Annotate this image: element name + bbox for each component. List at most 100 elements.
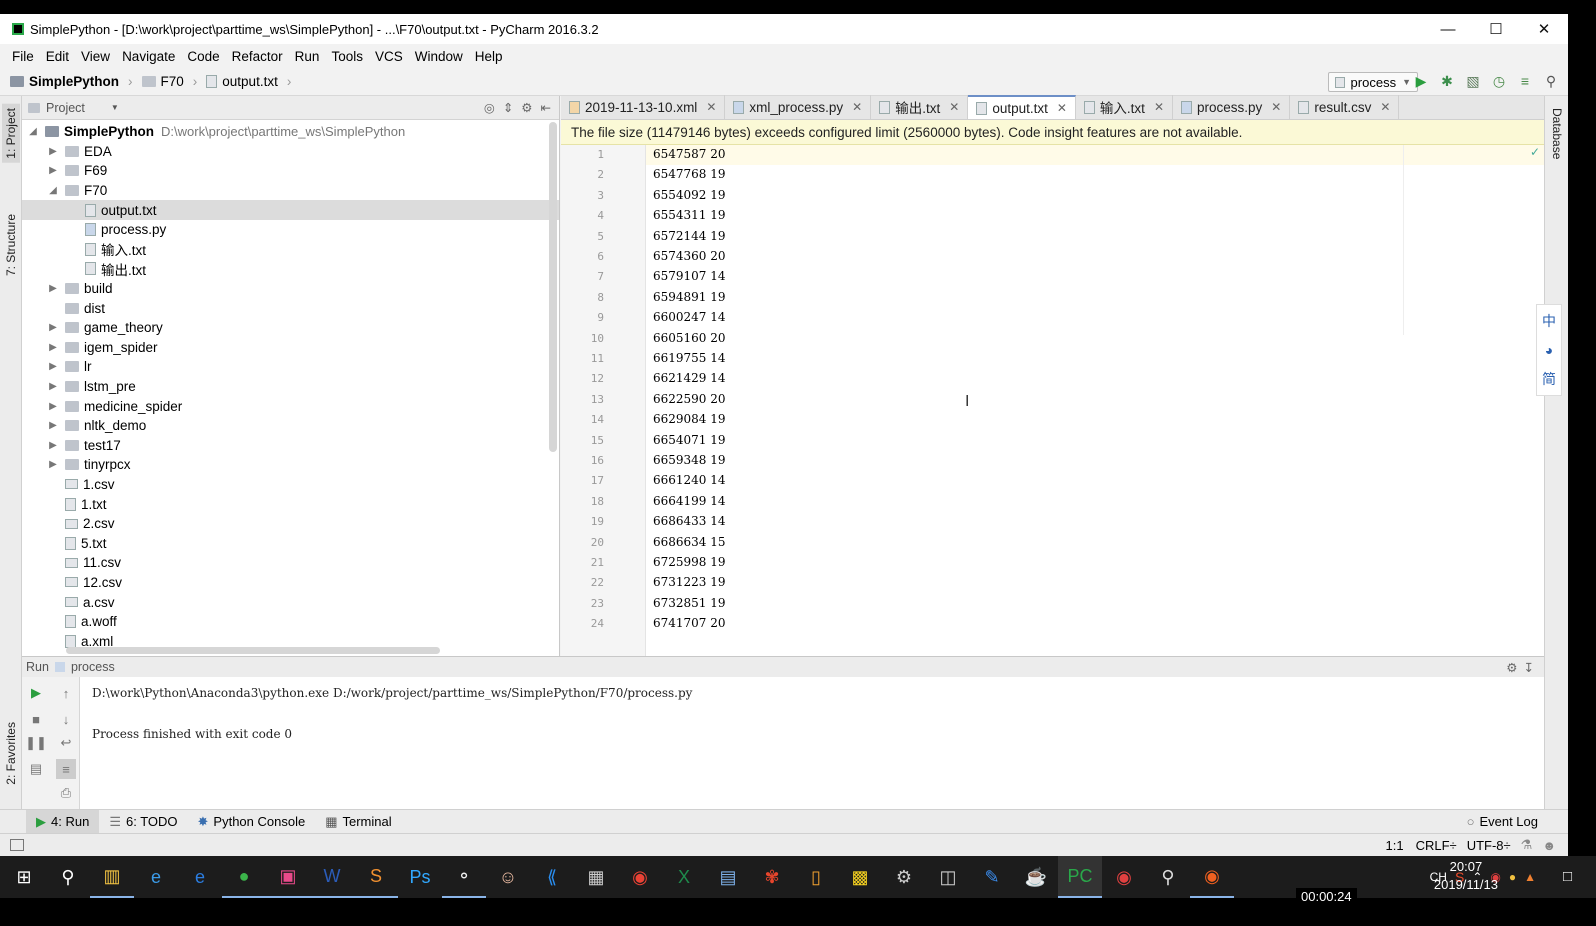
expand-arrow-icon[interactable]: ▶ [46,165,60,176]
internet-explorer-icon[interactable]: e [134,856,178,898]
ime-simplified-icon[interactable]: 简 [1542,369,1556,389]
tree-folder-item[interactable]: ▶ game_theory [22,318,559,338]
menu-view[interactable]: View [75,49,116,64]
expand-arrow-icon[interactable]: ▶ [46,146,60,157]
control-panel-icon[interactable]: ◫ [926,856,970,898]
tree-root[interactable]: ◢ SimplePython D:\work\project\parttime_… [22,122,559,142]
soft-wrap-icon[interactable]: ↩ [56,733,76,753]
magnifier-icon[interactable]: ⚲ [1146,856,1190,898]
layout-icon[interactable]: ▤ [26,759,46,779]
collapse-arrow-icon[interactable]: ◢ [46,185,60,196]
tree-file-item[interactable]: 1.csv [22,475,559,495]
tree-folder-item[interactable]: dist [22,298,559,318]
file-encoding[interactable]: UTF-8÷ [1467,838,1511,853]
breadcrumb-project[interactable]: SimplePython [29,74,119,89]
scroll-to-end-icon[interactable]: ≡ [56,759,76,779]
tree-folder-item[interactable]: ▶ nltk_demo [22,416,559,436]
down-arrow-icon[interactable]: ↓ [56,709,76,729]
maximize-icon[interactable]: ☐ [1472,14,1520,44]
coverage-icon[interactable]: ▧ [1464,72,1482,90]
cup-icon[interactable]: ☕ [1014,856,1058,898]
capture-icon[interactable]: ◉ [1190,856,1234,898]
avatar-app-icon[interactable]: ☺ [486,856,530,898]
tab-run[interactable]: ▶ 4: Run [26,809,100,834]
file-explorer-icon[interactable]: ▥ [90,856,134,898]
pause-icon[interactable]: ❚❚ [25,733,47,753]
tree-file-item[interactable]: 1.txt [22,494,559,514]
tree-file-item[interactable]: 5.txt [22,533,559,553]
expand-arrow-icon[interactable]: ▶ [46,440,60,451]
tab-database[interactable]: Database [1548,104,1566,163]
editor-tab[interactable]: 2019-11-13-10.xml ✕ [561,95,726,119]
tools-icon[interactable]: ⚙ [882,856,926,898]
search-icon[interactable]: ⚲ [1542,72,1560,90]
tree-file-item[interactable]: output.txt [22,200,559,220]
jetbrains-icon[interactable]: ▣ [266,856,310,898]
expand-arrow-icon[interactable]: ▶ [46,342,60,353]
expand-arrow-icon[interactable]: ▶ [46,459,60,470]
pycharm-taskbar-icon[interactable]: PC [1058,856,1102,898]
tree-vertical-scrollbar[interactable] [549,122,557,452]
tab-favorites[interactable]: 2: Favorites [2,718,20,789]
close-icon[interactable]: ✕ [1520,14,1568,44]
close-tab-icon[interactable]: ✕ [1154,100,1164,114]
tab-python-console[interactable]: ✸ Python Console [188,810,316,834]
tree-folder-item[interactable]: ▶ test17 [22,436,559,456]
draw-icon[interactable]: ✎ [970,856,1014,898]
inspector-icon[interactable]: ☻ [1542,838,1556,853]
network-icon[interactable]: ● [1509,870,1516,884]
tree-folder-item[interactable]: ▶ build [22,279,559,299]
photoshop-icon[interactable]: Ps [398,856,442,898]
collapse-all-icon[interactable]: ⇕ [503,100,513,115]
menu-edit[interactable]: Edit [40,49,75,64]
print-icon[interactable]: ⎙ [56,783,76,803]
tab-project[interactable]: 1: Project [2,104,20,163]
menu-file[interactable]: File [6,49,40,64]
line-separator[interactable]: CRLF÷ [1416,838,1457,853]
breadcrumb-folder[interactable]: F70 [161,74,184,89]
locate-icon[interactable]: ◎ [484,100,495,115]
chrome-icon[interactable]: ◉ [618,856,662,898]
menu-tools[interactable]: Tools [325,49,369,64]
tree-file-item[interactable]: a.woff [22,612,559,632]
expand-arrow-icon[interactable]: ▶ [46,283,60,294]
terminal-icon[interactable]: ▦ [574,856,618,898]
editor-tab[interactable]: result.csv ✕ [1290,95,1400,119]
event-log-button[interactable]: ○ Event Log [1457,810,1548,834]
menu-vcs[interactable]: VCS [369,49,409,64]
tree-folder-item[interactable]: ▶ F69 [22,161,559,181]
tree-folder-item[interactable]: ▶ lstm_pre [22,377,559,397]
tree-folder-item[interactable]: ▶ EDA [22,142,559,162]
code-area[interactable]: 1 2 3 4 5 6 7 8 9 10 11 12 13 14 15 16 17 18 19 20 21 22 23 24 … [561,145,1544,656]
tree-file-item[interactable]: 输出.txt [22,259,559,279]
browser-360-icon[interactable]: ● [222,856,266,898]
tree-folder-item[interactable]: ▶ medicine_spider [22,396,559,416]
notepad-icon[interactable]: ▤ [706,856,750,898]
hide-panel-icon[interactable]: ↧ [1524,660,1534,675]
run-config-name[interactable]: process [71,660,115,674]
editor-tab[interactable]: xml_process.py ✕ [725,95,872,119]
close-tab-icon[interactable]: ✕ [706,100,716,114]
rerun-icon[interactable]: ▶ [26,683,46,703]
windows-start-icon[interactable]: ⊞ [2,856,46,898]
notification-icon[interactable]: □ [1563,868,1572,885]
speaker-icon[interactable]: ▲ [1524,870,1536,884]
git-icon[interactable]: ✾ [750,856,794,898]
menu-refactor[interactable]: Refactor [226,49,289,64]
run-icon[interactable]: ▶ [1412,72,1430,90]
close-tab-icon[interactable]: ✕ [852,100,862,114]
profile-icon[interactable]: ◷ [1490,72,1508,90]
tree-horizontal-scrollbar[interactable] [66,647,440,654]
menu-run[interactable]: Run [289,49,326,64]
notes-icon[interactable]: ▯ [794,856,838,898]
editor-tab[interactable]: 输入.txt ✕ [1076,95,1173,119]
tree-file-item[interactable]: a.csv [22,592,559,612]
project-view-select[interactable]: Project [46,101,85,115]
expand-arrow-icon[interactable]: ▶ [46,401,60,412]
expand-arrow-icon[interactable]: ▶ [46,381,60,392]
tab-structure[interactable]: 7: Structure [2,210,20,280]
expand-arrow-icon[interactable]: ▶ [46,322,60,333]
minimize-icon[interactable]: — [1424,14,1472,44]
vscode-icon[interactable]: ⟪ [530,856,574,898]
close-tab-icon[interactable]: ✕ [1057,101,1067,115]
